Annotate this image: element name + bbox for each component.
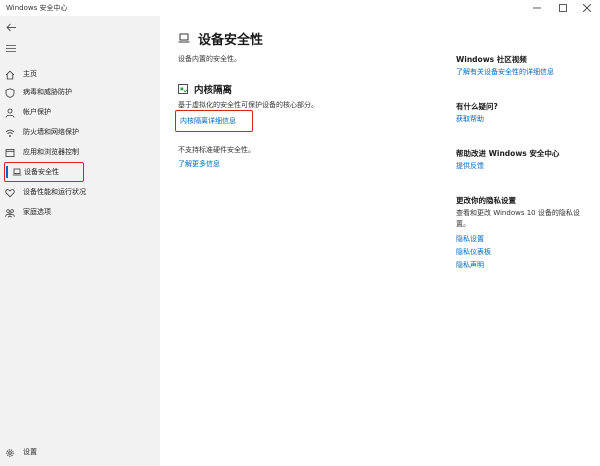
- sidebar-item-device-security[interactable]: 设备安全性: [4, 162, 84, 182]
- page-subtitle: 设备内置的安全性。: [178, 55, 241, 63]
- core-isolation-icon: [178, 84, 188, 94]
- learn-more-link[interactable]: 了解更多信息: [178, 159, 220, 169]
- privacy-description: 查看和更改 Windows 10 设备的隐私设置。: [456, 209, 580, 228]
- sidebar-item-label: 设备性能和运行状况: [23, 188, 86, 196]
- sidebar-item-label: 设备安全性: [24, 168, 59, 176]
- laptop-icon: [178, 33, 190, 43]
- sidebar-item-settings[interactable]: 设置: [0, 444, 160, 460]
- title-bar: Windows 安全中心: [0, 0, 600, 16]
- sidebar-item-label: 防火墙和网络保护: [23, 128, 79, 136]
- core-isolation-details-link[interactable]: 内核隔离详细信息: [180, 116, 236, 126]
- shield-icon: [5, 88, 15, 98]
- menu-button[interactable]: [4, 42, 18, 54]
- close-button[interactable]: [574, 0, 600, 16]
- sidebar-item-device-health[interactable]: 设备性能和运行状况: [0, 184, 160, 202]
- question-title: 有什么疑问?: [456, 102, 498, 111]
- sidebar-item-label: 设置: [23, 448, 37, 456]
- hamburger-icon: [6, 44, 16, 52]
- minimize-icon: [533, 7, 541, 9]
- community-videos-title: Windows 社区视频: [456, 55, 527, 64]
- sidebar-item-app-browser-control[interactable]: 应用和浏览器控制: [0, 144, 160, 162]
- back-button[interactable]: [4, 20, 18, 34]
- gear-icon: [5, 448, 15, 458]
- heart-icon: [5, 188, 15, 198]
- privacy-statement-link[interactable]: 隐私声明: [456, 260, 484, 270]
- sidebar-item-family-options[interactable]: 家庭选项: [0, 204, 160, 222]
- page-header: 设备安全性: [178, 28, 263, 48]
- selection-indicator: [6, 166, 8, 178]
- person-icon: [5, 108, 15, 118]
- family-icon: [5, 208, 15, 218]
- core-isolation-header: 内核隔离: [178, 82, 232, 96]
- laptop-icon: [12, 167, 22, 177]
- core-isolation-title: 内核隔离: [194, 85, 233, 96]
- sidebar-item-label: 病毒和威胁防护: [23, 88, 72, 96]
- community-videos-link[interactable]: 了解有关设备安全性的详细信息: [456, 67, 554, 77]
- improve-title: 帮助改进 Windows 安全中心: [456, 149, 560, 158]
- privacy-settings-link[interactable]: 隐私设置: [456, 234, 484, 244]
- core-isolation-description: 基于虚拟化的安全性可保护设备的核心部分。: [178, 101, 318, 109]
- sidebar-item-account-protection[interactable]: 帐户保护: [0, 104, 160, 122]
- sidebar-item-label: 帐户保护: [23, 108, 51, 116]
- get-help-link[interactable]: 获取帮助: [456, 114, 484, 124]
- feedback-link[interactable]: 提供反馈: [456, 161, 484, 171]
- wifi-icon: [5, 128, 15, 138]
- sidebar-item-firewall[interactable]: 防火墙和网络保护: [0, 124, 160, 142]
- sidebar-item-label: 主页: [23, 70, 37, 78]
- privacy-title: 更改你的隐私设置: [456, 196, 516, 205]
- unsupported-hardware-text: 不支持标准硬件安全性。: [178, 146, 255, 154]
- sidebar-item-home[interactable]: 主页: [0, 66, 160, 84]
- sidebar-item-label: 应用和浏览器控制: [23, 148, 79, 156]
- sidebar-item-label: 家庭选项: [23, 208, 51, 216]
- maximize-button[interactable]: [550, 0, 576, 16]
- app-window-icon: [5, 148, 15, 158]
- maximize-icon: [559, 4, 567, 12]
- privacy-dashboard-link[interactable]: 隐私仪表板: [456, 247, 491, 257]
- sidebar: 主页 病毒和威胁防护 帐户保护 防火墙和网络保护 应用和浏览器控制 设备安全性: [0, 16, 160, 466]
- close-icon: [583, 4, 591, 12]
- sidebar-item-virus-protection[interactable]: 病毒和威胁防护: [0, 84, 160, 102]
- back-arrow-icon: [5, 23, 16, 31]
- page-title: 设备安全性: [198, 32, 264, 48]
- minimize-button[interactable]: [524, 0, 550, 16]
- highlight-box: 内核隔离详细信息: [175, 110, 253, 132]
- home-icon: [5, 70, 15, 80]
- window-title: Windows 安全中心: [6, 4, 68, 12]
